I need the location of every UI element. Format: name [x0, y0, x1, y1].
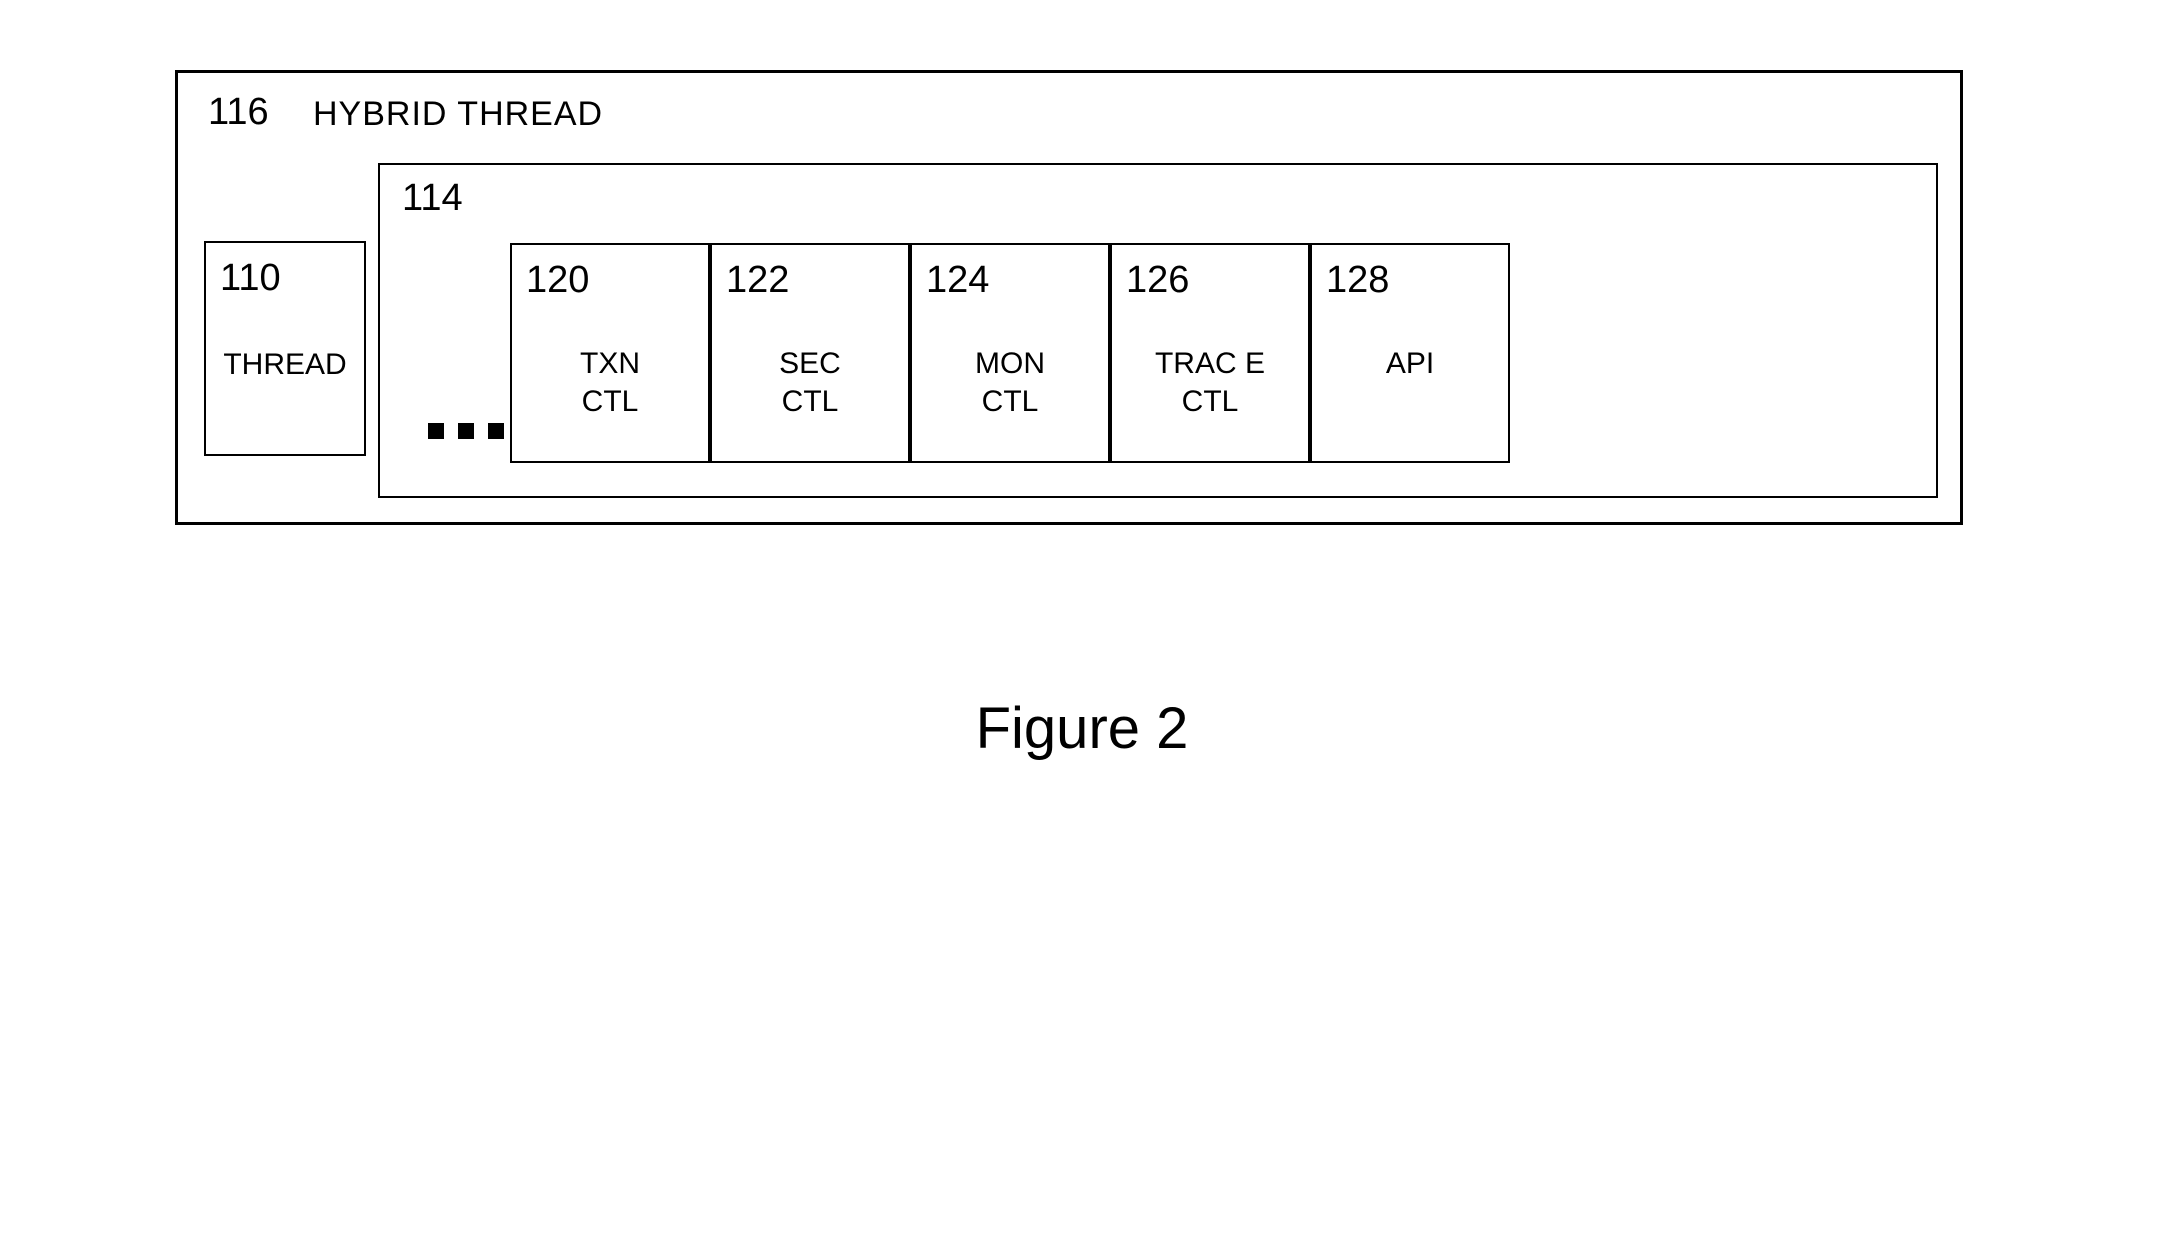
module-mon-ctl: 124 MON CTL: [910, 243, 1110, 463]
module-txn-ctl: 120 TXN CTL: [510, 243, 710, 463]
ref-124: 124: [926, 259, 989, 302]
label-trace-ctl: TRAC E CTL: [1112, 345, 1308, 420]
module-sec-ctl: 122 SEC CTL: [710, 243, 910, 463]
hybrid-thread-box: 116 HYBRID THREAD 110 THREAD 114 120 TXN…: [175, 70, 1963, 525]
label-sec-ctl: SEC CTL: [712, 345, 908, 420]
thread-label: THREAD: [206, 348, 364, 382]
figure-caption: Figure 2: [0, 695, 2164, 762]
ref-128: 128: [1326, 259, 1389, 302]
module-api: 128 API: [1310, 243, 1510, 463]
ref-110: 110: [220, 257, 281, 300]
label-mon-ctl: MON CTL: [912, 345, 1108, 420]
label-api: API: [1312, 345, 1508, 383]
ref-116: 116: [208, 91, 269, 134]
ref-126: 126: [1126, 259, 1189, 302]
hybrid-thread-title: HYBRID THREAD: [313, 95, 603, 134]
module-trace-ctl: 126 TRAC E CTL: [1110, 243, 1310, 463]
ref-120: 120: [526, 259, 589, 302]
label-txn-ctl: TXN CTL: [512, 345, 708, 420]
modules-group: 120 TXN CTL 122 SEC CTL 124 MON CTL 126 …: [380, 165, 1936, 496]
thread-box: 110 THREAD: [204, 241, 366, 456]
ref-122: 122: [726, 259, 789, 302]
container-114: 114 120 TXN CTL 122 SEC CTL 124 MON CTL …: [378, 163, 1938, 498]
